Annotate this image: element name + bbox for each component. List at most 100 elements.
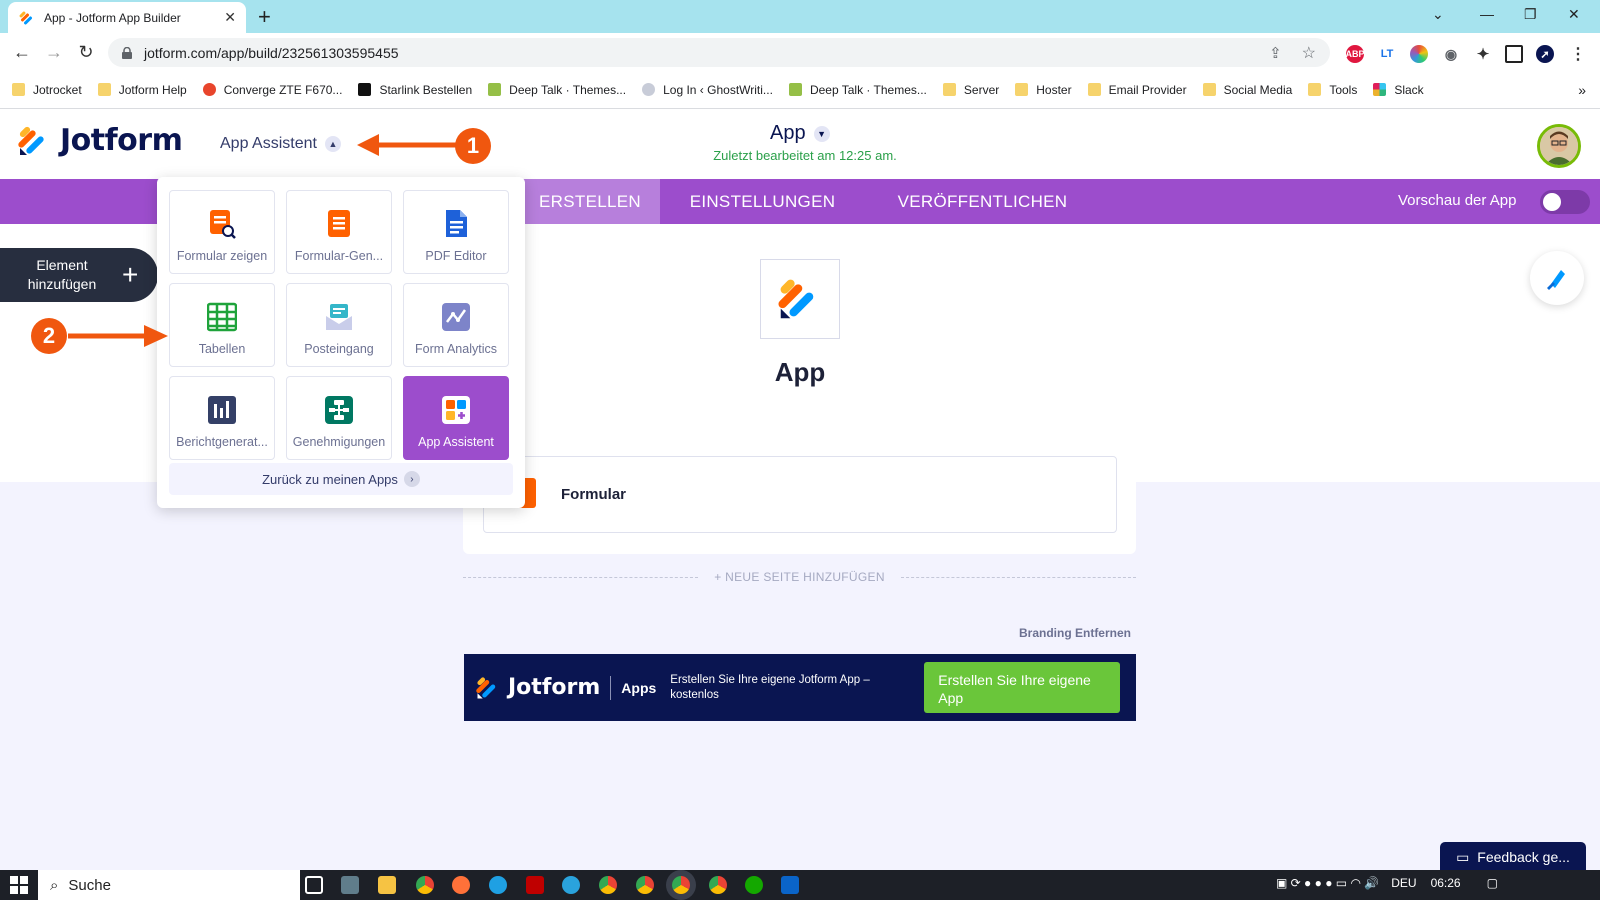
divider <box>463 576 699 578</box>
user-avatar[interactable] <box>1537 124 1581 168</box>
feedback-button[interactable]: ▭ Feedback ge... <box>1440 842 1586 872</box>
reload-icon[interactable]: ↻ <box>72 38 100 66</box>
back-icon[interactable]: ← <box>8 38 36 66</box>
edge-icon[interactable] <box>489 876 507 894</box>
upwork-icon[interactable] <box>745 876 763 894</box>
color-picker-icon[interactable] <box>1410 45 1428 63</box>
preview-toggle[interactable] <box>1540 190 1590 214</box>
address-bar[interactable]: jotform.com/app/build/232561303595455 ⇪ … <box>108 38 1330 67</box>
bookmark-item[interactable]: Jotrocket <box>12 83 82 97</box>
jotform-app-icon <box>778 279 814 319</box>
menu-item-report-builder[interactable]: Berichtgenerat... <box>169 376 275 460</box>
tab-settings[interactable]: EINSTELLUNGEN <box>660 179 865 224</box>
bookmark-item[interactable]: Social Media <box>1202 83 1292 97</box>
starlink-icon <box>358 83 372 96</box>
add-new-page[interactable]: + NEUE SEITE HINZUFÜGEN <box>463 570 1136 584</box>
notifications-icon[interactable]: ▢ <box>1487 876 1498 890</box>
clock[interactable]: 06:26 <box>1431 876 1461 890</box>
create-app-button[interactable]: Erstellen Sie Ihre eigene App <box>924 662 1121 713</box>
menu-item-form-analytics[interactable]: Form Analytics <box>403 283 509 367</box>
chrome-icon[interactable] <box>709 876 727 894</box>
analytics-icon <box>441 302 471 332</box>
calculator-icon[interactable] <box>341 876 359 894</box>
minimize-icon[interactable]: — <box>1480 6 1494 22</box>
chrome-active-icon[interactable] <box>672 876 690 894</box>
bookmark-item[interactable]: Jotform Help <box>97 83 187 97</box>
bookmark-item[interactable]: Starlink Bestellen <box>358 83 472 97</box>
chevron-right-icon: › <box>403 471 420 487</box>
remove-branding-link[interactable]: Branding Entfernen <box>1000 626 1131 640</box>
tab-publish[interactable]: VERÖFFENTLICHEN <box>880 179 1085 224</box>
new-tab-icon[interactable]: + <box>258 4 271 30</box>
lock-icon <box>122 46 132 59</box>
menu-item-tables[interactable]: Tabellen <box>169 283 275 367</box>
tab-title: App - Jotform App Builder <box>44 10 181 25</box>
menu-item-label: Formular-Gen... <box>294 249 384 263</box>
jotform-favicon-icon <box>19 11 32 24</box>
back-to-my-apps-label: Zurück zu meinen Apps <box>262 471 398 487</box>
menu-item-approvals[interactable]: Genehmigungen <box>286 376 392 460</box>
bookmark-item[interactable]: Converge ZTE F670... <box>202 83 342 97</box>
jotform-apps-banner: Jotform Apps Erstellen Sie Ihre eigene J… <box>464 654 1136 721</box>
close-tab-icon[interactable]: ✕ <box>224 9 236 26</box>
bookmark-item[interactable]: Email Provider <box>1087 83 1187 97</box>
restore-icon[interactable]: ❐ <box>1524 6 1537 23</box>
bookmark-star-icon[interactable]: ☆ <box>1302 43 1316 63</box>
app-icon[interactable] <box>760 259 840 339</box>
bookmark-item[interactable]: Hoster <box>1015 83 1072 97</box>
profile-extension-icon[interactable]: ➚ <box>1536 45 1554 63</box>
system-tray: ▣ ⟳ ● ● ● ▭ ◠ 🔊 DEU 06:26 ▢ <box>1276 876 1498 890</box>
chrome-icon[interactable] <box>599 876 617 894</box>
bookmark-item[interactable]: Deep Talk · Themes... <box>488 83 626 97</box>
camera-icon[interactable]: ◉ <box>1442 45 1460 63</box>
bookmark-item[interactable]: Server <box>942 83 999 97</box>
forward-icon[interactable]: → <box>40 38 68 66</box>
menu-item-inbox[interactable]: Posteingang <box>286 283 392 367</box>
filezilla-icon[interactable] <box>526 876 544 894</box>
share-icon[interactable]: ⇪ <box>1269 44 1282 62</box>
app-designer-button[interactable] <box>1530 251 1584 305</box>
app-assistant-menu[interactable]: App Assistent ▲ <box>220 135 341 153</box>
back-to-my-apps-button[interactable]: Zurück zu meinen Apps › <box>169 463 513 495</box>
extensions-icon[interactable]: ✦ <box>1474 45 1492 63</box>
file-explorer-icon[interactable] <box>378 876 396 894</box>
bookmark-item[interactable]: Log In ‹ GhostWriti... <box>642 83 773 97</box>
more-bookmarks-icon[interactable]: » <box>1578 82 1586 98</box>
chevron-down-icon: ▼ <box>813 125 830 142</box>
close-window-icon[interactable]: ✕ <box>1568 6 1580 23</box>
menu-item-app-builder[interactable]: App Assistent <box>403 376 509 460</box>
language-indicator[interactable]: DEU <box>1391 876 1416 890</box>
bookmark-item[interactable]: Deep Talk · Themes... <box>788 83 927 97</box>
firefox-icon[interactable] <box>452 876 470 894</box>
tab-search-icon[interactable]: ⌄ <box>1432 6 1444 23</box>
search-icon: ⌕ <box>50 876 59 894</box>
bookmark-item[interactable]: Tools <box>1308 83 1357 97</box>
browser-menu-icon[interactable]: ⋮ <box>1569 45 1587 63</box>
app-title[interactable]: App <box>700 357 900 388</box>
chrome-icon[interactable] <box>636 876 654 894</box>
task-view-icon[interactable] <box>305 876 323 894</box>
menu-item-pdf-editor[interactable]: PDF Editor <box>403 190 509 274</box>
bookmark-item[interactable]: Slack <box>1373 83 1424 97</box>
tab-create[interactable]: ERSTELLEN <box>520 179 660 224</box>
add-element-button[interactable]: Element hinzufügen + <box>0 248 158 302</box>
chrome-icon[interactable] <box>416 876 434 894</box>
sidepanel-icon[interactable] <box>1505 45 1523 63</box>
shopify-icon <box>488 83 502 96</box>
report-icon <box>207 395 237 425</box>
windows-start-icon[interactable] <box>10 876 28 894</box>
form-builder-icon <box>324 209 354 239</box>
menu-item-form-view[interactable]: Formular zeigen <box>169 190 275 274</box>
jotform-logo[interactable]: Jotform <box>18 123 183 158</box>
adblock-icon[interactable]: ABP <box>1346 45 1365 63</box>
outlook-icon[interactable] <box>781 876 799 894</box>
app-name-dropdown[interactable]: App ▼ <box>770 122 830 145</box>
folder-icon <box>97 83 111 96</box>
taskbar-search[interactable]: ⌕ Suche <box>38 870 300 900</box>
languagetool-icon[interactable]: LT <box>1378 45 1396 63</box>
tray-icons[interactable]: ▣ ⟳ ● ● ● ▭ ◠ 🔊 <box>1276 876 1379 890</box>
browser-tab[interactable]: App - Jotform App Builder ✕ <box>8 2 246 33</box>
telegram-icon[interactable] <box>562 876 580 894</box>
annotation-arrow-2 <box>68 325 168 347</box>
menu-item-form-builder[interactable]: Formular-Gen... <box>286 190 392 274</box>
